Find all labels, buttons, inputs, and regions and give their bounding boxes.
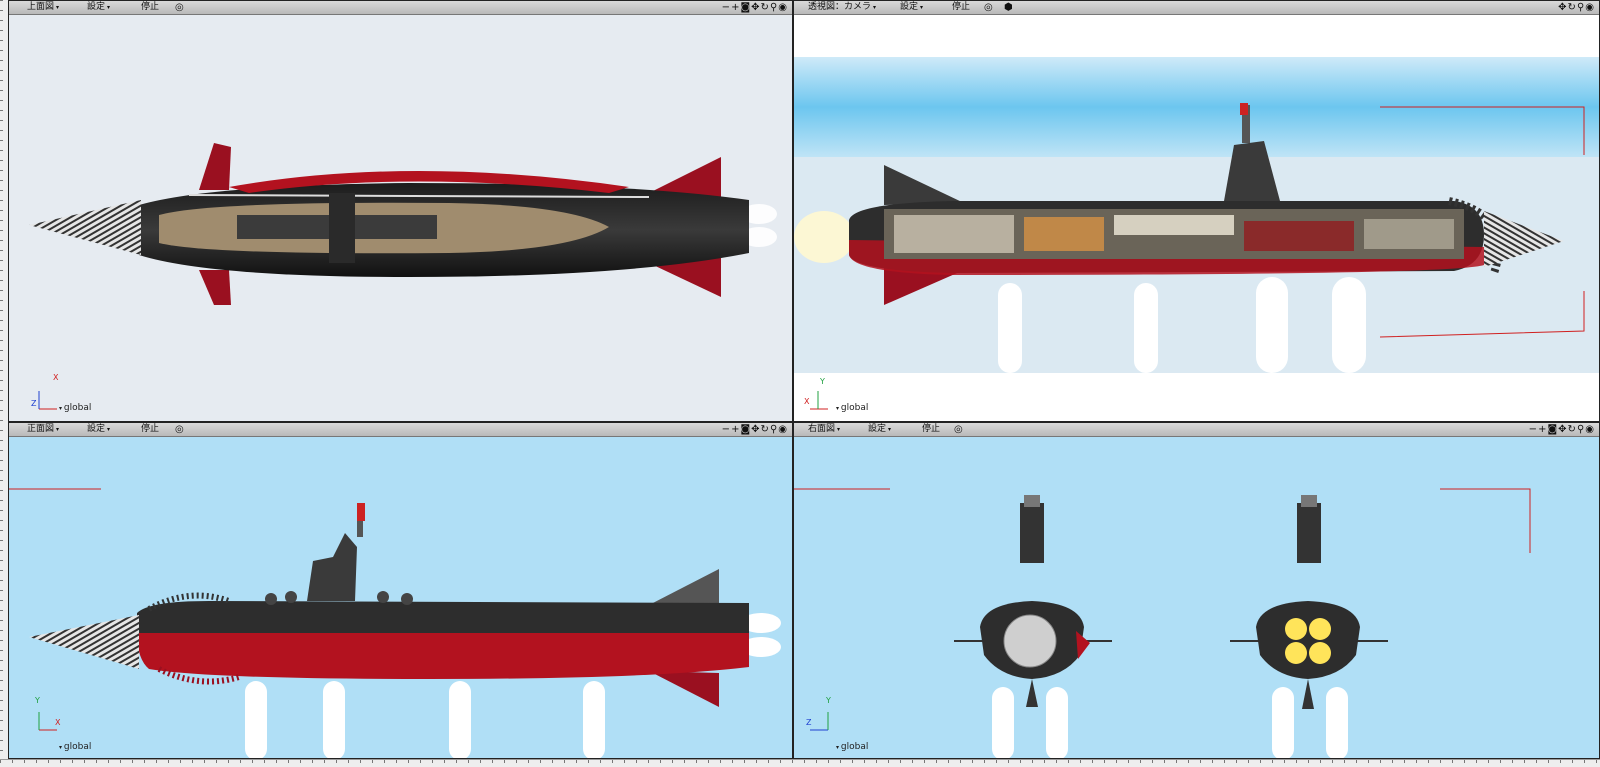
fit-view-icon[interactable]: ◉	[778, 424, 788, 435]
stern-view	[1230, 495, 1388, 709]
cube-icon[interactable]: ⬢	[1004, 1, 1013, 14]
fit-view-icon[interactable]: ◉	[1585, 2, 1595, 13]
camera-icon[interactable]: ◙	[740, 424, 751, 435]
view-menu[interactable]: 正面図	[23, 423, 65, 436]
axis-v-label: Z	[31, 399, 37, 408]
camera-icon[interactable]: ◙	[740, 2, 751, 13]
submarine-end-views	[794, 488, 1531, 758]
viewport-toolbar: 透視図：カメラ 設定 停止 ◎ ⬢ ✥↻⚲◉	[794, 1, 1599, 15]
move-icon[interactable]: ✥	[751, 2, 760, 13]
submarine-perspective-view	[794, 57, 1599, 373]
viewport-top[interactable]: 上面図 設定 停止 ◎ −+◙✥↻⚲◉	[8, 0, 793, 422]
viewport-canvas[interactable]: Y Z global	[794, 437, 1599, 758]
rotate-icon[interactable]: ↻	[1568, 2, 1577, 13]
viewport-canvas[interactable]: X Z global	[9, 15, 792, 421]
viewport-canvas[interactable]: Y X global	[794, 15, 1599, 421]
fit-view-icon[interactable]: ◉	[1585, 424, 1595, 435]
coordinate-space-menu[interactable]: global	[836, 742, 868, 752]
bow-view	[954, 495, 1112, 707]
minus-icon[interactable]: −	[722, 424, 731, 435]
settings-menu[interactable]: 設定	[83, 423, 116, 436]
axis-h-label: X	[55, 718, 61, 727]
target-icon[interactable]: ◎	[984, 1, 993, 14]
view-tools: ✥↻⚲◉	[1558, 1, 1595, 14]
viewport-front[interactable]: 正面図 設定 停止 ◎ −+◙✥↻⚲◉	[8, 422, 793, 759]
submarine-top-view	[29, 143, 777, 305]
viewport-canvas[interactable]: Y X global	[9, 437, 792, 758]
stop-button[interactable]: 停止	[948, 1, 978, 14]
view-tools: −+◙✥↻⚲◉	[1529, 423, 1595, 436]
move-icon[interactable]: ✥	[1558, 424, 1567, 435]
view-tools: −+◙✥↻⚲◉	[722, 1, 788, 14]
axis-h-label: X	[804, 397, 810, 406]
stop-button[interactable]: 停止	[137, 1, 167, 14]
stop-button[interactable]: 停止	[918, 423, 948, 436]
move-icon[interactable]: ✥	[1558, 2, 1567, 13]
coordinate-space-menu[interactable]: global	[59, 742, 91, 752]
settings-menu[interactable]: 設定	[896, 1, 929, 14]
camera-icon[interactable]: ◙	[1547, 424, 1558, 435]
axis-v-label: Y	[826, 696, 831, 705]
target-icon[interactable]: ◎	[175, 423, 184, 436]
coordinate-space-menu[interactable]: global	[836, 403, 868, 413]
viewport-toolbar: 上面図 設定 停止 ◎ −+◙✥↻⚲◉	[9, 1, 792, 15]
fit-view-icon[interactable]: ◉	[778, 2, 788, 13]
view-tools: −+◙✥↻⚲◉	[722, 423, 788, 436]
target-icon[interactable]: ◎	[954, 423, 963, 436]
viewport-perspective[interactable]: 透視図：カメラ 設定 停止 ◎ ⬢ ✥↻⚲◉	[793, 0, 1600, 422]
axis-h-label: Z	[806, 718, 812, 727]
view-menu[interactable]: 透視図：カメラ	[804, 1, 882, 14]
viewport-right[interactable]: 右面図 設定 停止 ◎ −+◙✥↻⚲◉	[793, 422, 1600, 759]
view-menu[interactable]: 右面図	[804, 423, 846, 436]
viewport-toolbar: 正面図 設定 停止 ◎ −+◙✥↻⚲◉	[9, 423, 792, 437]
axis-v-label: Y	[35, 696, 40, 705]
settings-menu[interactable]: 設定	[83, 1, 116, 14]
minus-icon[interactable]: −	[722, 2, 731, 13]
axis-h-label: X	[53, 373, 59, 382]
axis-lines	[38, 391, 57, 410]
rotate-icon[interactable]: ↻	[761, 424, 770, 435]
view-menu[interactable]: 上面図	[23, 1, 65, 14]
move-icon[interactable]: ✥	[751, 424, 760, 435]
rotate-icon[interactable]: ↻	[761, 2, 770, 13]
stop-button[interactable]: 停止	[137, 423, 167, 436]
submarine-front-view	[9, 488, 781, 758]
rotate-icon[interactable]: ↻	[1568, 424, 1577, 435]
viewport-toolbar: 右面図 設定 停止 ◎ −+◙✥↻⚲◉	[794, 423, 1599, 437]
axis-v-label: Y	[820, 377, 825, 386]
coordinate-space-menu[interactable]: global	[59, 403, 91, 413]
minus-icon[interactable]: −	[1529, 424, 1538, 435]
settings-menu[interactable]: 設定	[864, 423, 897, 436]
target-icon[interactable]: ◎	[175, 1, 184, 14]
axis-lines	[810, 391, 828, 410]
